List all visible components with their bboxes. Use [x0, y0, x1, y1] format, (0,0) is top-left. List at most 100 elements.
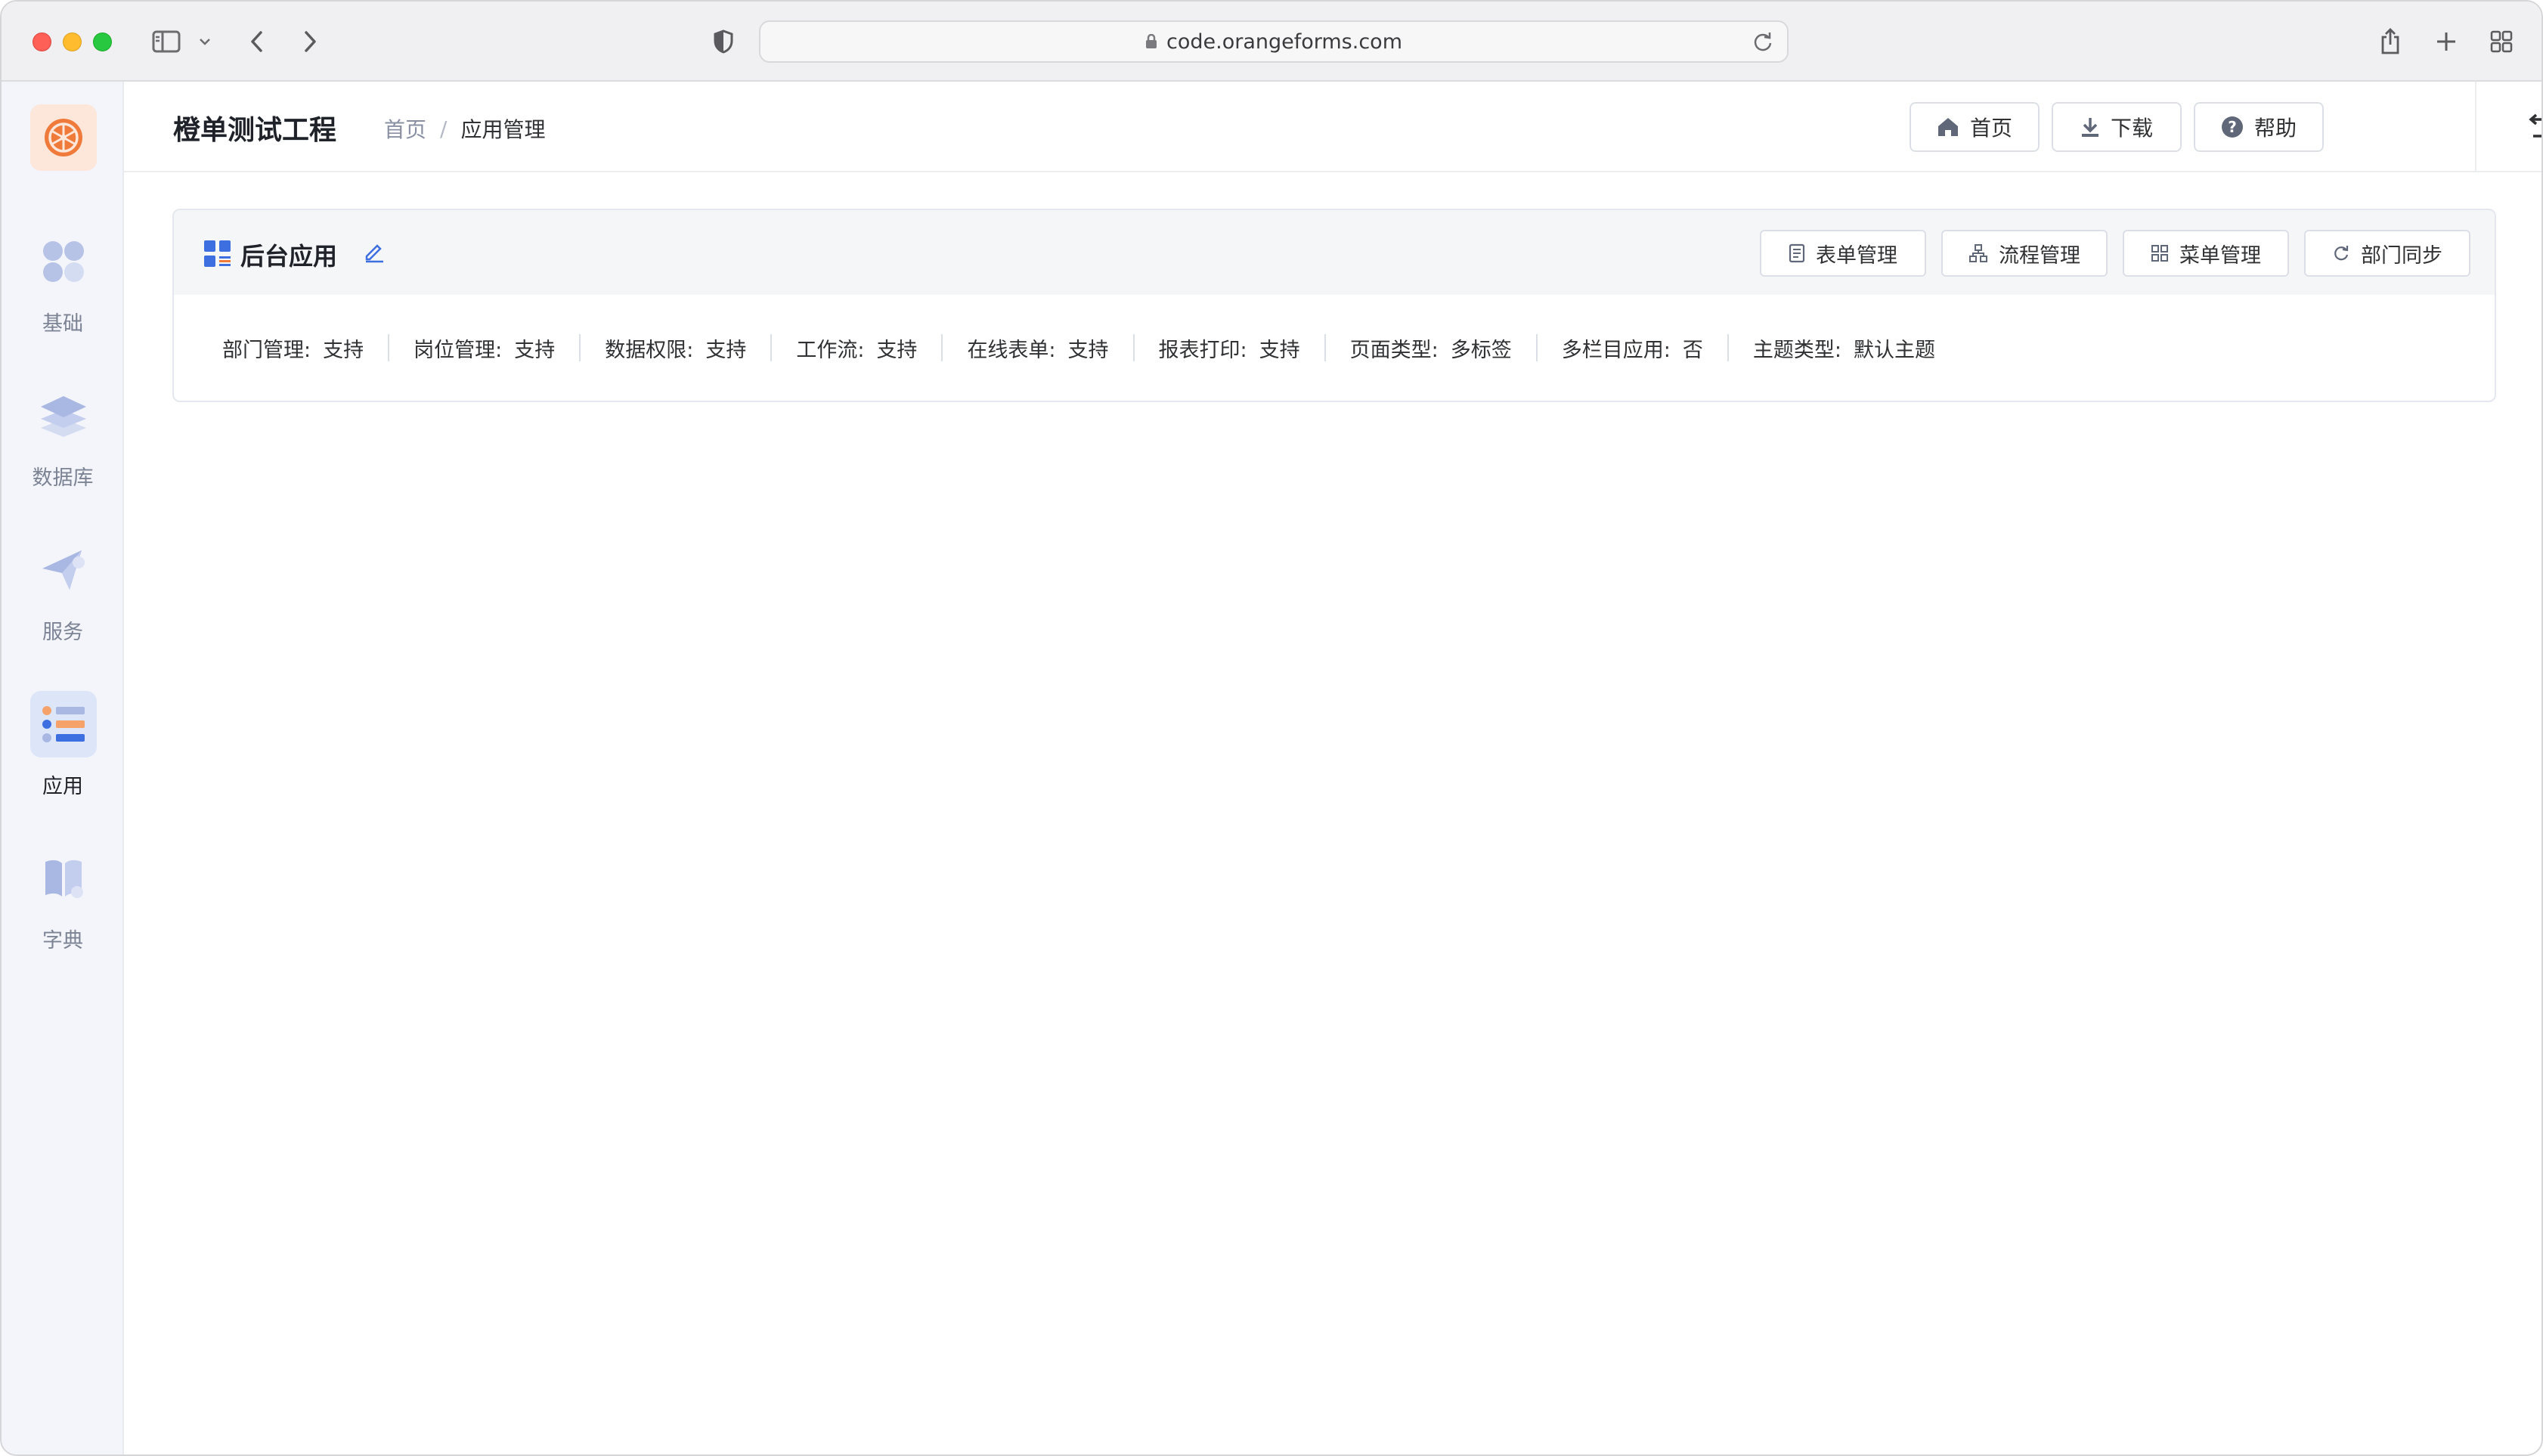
- breadcrumb: 首页 / 应用管理: [384, 113, 545, 144]
- form-manage-button[interactable]: 表单管理: [1760, 230, 1926, 277]
- menu-manage-button-label: 菜单管理: [2179, 243, 2261, 268]
- property-key: 多栏目应用:: [1561, 338, 1671, 362]
- property-value: 默认主题: [1853, 338, 1935, 362]
- app-list-icon: [30, 691, 97, 757]
- help-button[interactable]: ? 帮助: [2194, 102, 2324, 152]
- sidebar-item-dictionary[interactable]: 字典: [2, 845, 124, 981]
- edit-icon[interactable]: [363, 240, 386, 266]
- sidebar-item-label: 应用: [42, 775, 83, 798]
- share-icon[interactable]: [2378, 27, 2402, 56]
- property-item: 在线表单: 支持: [967, 333, 1108, 363]
- property-value: 支持: [514, 338, 556, 362]
- svg-text:?: ?: [2228, 118, 2237, 136]
- sidebar-item-label: 字典: [42, 929, 83, 953]
- browser-window: code.orangeforms.com 基础 数据库 服务 应用 字典 橙单测…: [0, 0, 2543, 1456]
- property-divider: [770, 334, 773, 361]
- property-value: 否: [1682, 338, 1703, 362]
- url-text: code.orangeforms.com: [1166, 29, 1402, 54]
- property-divider: [1132, 334, 1135, 361]
- zoom-window-button[interactable]: [93, 33, 112, 51]
- app-card: 后台应用 表单管理 流程管理 菜单管理 部门同步 部门管理: 支持 岗位管理: …: [172, 209, 2496, 402]
- sidebar-toggle-icon[interactable]: [150, 27, 183, 56]
- sidebar-item-label: 数据库: [32, 466, 94, 490]
- form-manage-button-label: 表单管理: [1816, 243, 1897, 268]
- property-key: 主题类型:: [1752, 338, 1841, 362]
- property-item: 报表打印: 支持: [1159, 333, 1300, 363]
- sidebar-item-label: 服务: [42, 621, 83, 644]
- forward-arrow-icon[interactable]: [299, 27, 322, 56]
- tab-overview-icon[interactable]: [2489, 27, 2514, 56]
- property-item: 主题类型: 默认主题: [1753, 333, 1935, 363]
- app-card-title: 后台应用: [240, 242, 338, 271]
- property-item: 部门管理: 支持: [222, 333, 364, 363]
- property-key: 工作流:: [796, 338, 865, 362]
- property-key: 数据权限:: [605, 338, 694, 362]
- home-button-label: 首页: [1969, 116, 2012, 141]
- close-window-button[interactable]: [33, 33, 51, 51]
- flow-manage-button-label: 流程管理: [1999, 243, 2080, 268]
- shield-icon[interactable]: [712, 27, 735, 56]
- sidebar-item-label: 基础: [42, 312, 83, 336]
- browser-toolbar: code.orangeforms.com: [2, 2, 2541, 82]
- property-divider: [1727, 334, 1729, 361]
- home-button[interactable]: 首页: [1910, 102, 2040, 152]
- property-divider: [941, 334, 943, 361]
- paper-plane-icon: [30, 537, 97, 603]
- property-value: 支持: [705, 338, 747, 362]
- menu-manage-button[interactable]: 菜单管理: [2123, 230, 2289, 277]
- breadcrumb-home-link[interactable]: 首页: [384, 113, 426, 144]
- download-icon: [2080, 116, 2100, 138]
- document-icon: [1789, 243, 1805, 263]
- property-key: 岗位管理:: [414, 338, 503, 362]
- sidebar: 基础 数据库 服务 应用 字典: [2, 82, 124, 1454]
- reload-icon[interactable]: [1752, 31, 1773, 57]
- grid-apps-icon: [30, 228, 97, 295]
- property-item: 岗位管理: 支持: [414, 333, 555, 363]
- orange-logo-icon[interactable]: [30, 104, 97, 171]
- property-item: 多栏目应用: 否: [1562, 333, 1703, 363]
- property-divider: [579, 334, 581, 361]
- property-item: 工作流: 支持: [796, 333, 917, 363]
- header-divider: [2475, 82, 2476, 172]
- undo-arrow-icon: [2524, 113, 2541, 141]
- menu-grid-icon: [2151, 244, 2169, 262]
- property-key: 报表打印:: [1158, 338, 1247, 362]
- property-key: 在线表单:: [967, 338, 1056, 362]
- sidebar-item-service[interactable]: 服务: [2, 537, 124, 673]
- help-icon: ?: [2221, 116, 2244, 138]
- flow-tree-icon: [1968, 243, 1988, 263]
- property-key: 页面类型:: [1349, 338, 1439, 362]
- app-card-header: 后台应用 表单管理 流程管理 菜单管理 部门同步: [174, 210, 2495, 295]
- lock-icon: [1145, 34, 1157, 49]
- property-item: 数据权限: 支持: [605, 333, 746, 363]
- property-value: 支持: [1067, 338, 1109, 362]
- property-divider: [1535, 334, 1538, 361]
- sidebar-item-basic[interactable]: 基础: [2, 228, 124, 364]
- dept-sync-button[interactable]: 部门同步: [2304, 230, 2470, 277]
- back-button[interactable]: 返回: [2524, 108, 2541, 146]
- layers-icon: [30, 383, 97, 449]
- breadcrumb-current: 应用管理: [460, 117, 546, 142]
- home-icon: [1937, 116, 1959, 138]
- breadcrumb-separator: /: [440, 116, 448, 141]
- refresh-icon: [2332, 244, 2350, 262]
- app-grid-icon: [204, 240, 231, 271]
- sidebar-item-database[interactable]: 数据库: [2, 383, 124, 519]
- flow-manage-button[interactable]: 流程管理: [1941, 230, 2108, 277]
- help-button-label: 帮助: [2253, 116, 2297, 141]
- property-value: 支持: [1259, 338, 1300, 362]
- back-arrow-icon[interactable]: [245, 27, 268, 56]
- dept-sync-button-label: 部门同步: [2361, 243, 2442, 268]
- address-bar[interactable]: code.orangeforms.com: [759, 20, 1789, 63]
- property-value: 支持: [323, 338, 364, 362]
- project-title: 橙单测试工程: [173, 115, 337, 146]
- property-key: 部门管理:: [222, 338, 311, 362]
- page-header: 橙单测试工程 首页 / 应用管理 首页 下载 ? 帮助: [124, 82, 2541, 172]
- sidebar-item-application[interactable]: 应用: [2, 691, 124, 827]
- download-button-label: 下载: [2110, 116, 2153, 141]
- chevron-down-icon[interactable]: [197, 27, 213, 56]
- new-tab-icon[interactable]: [2434, 27, 2458, 56]
- property-value: 多标签: [1450, 338, 1512, 362]
- minimize-window-button[interactable]: [63, 33, 82, 51]
- download-button[interactable]: 下载: [2052, 102, 2182, 152]
